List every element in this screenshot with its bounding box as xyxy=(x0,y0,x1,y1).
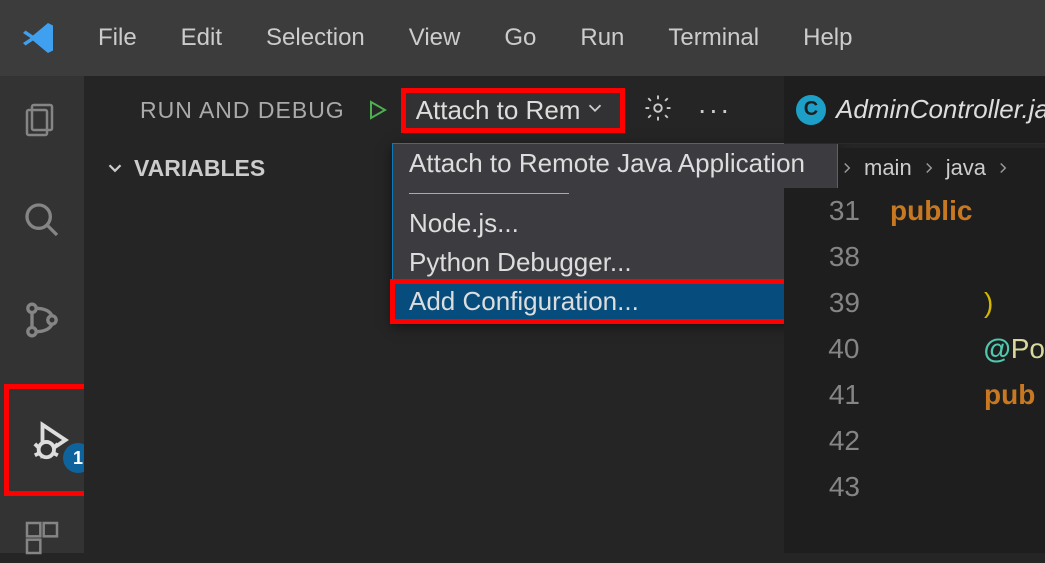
code-line: 43 xyxy=(784,464,1045,510)
line-number: 39 xyxy=(784,287,890,319)
more-actions-icon[interactable]: ··· xyxy=(697,94,731,126)
code-line: 39 ) xyxy=(784,280,1045,326)
editor-tabs: C AdminController.ja xyxy=(784,76,1045,144)
breadcrumb-seg-java: java xyxy=(946,155,986,181)
code-line: 31 public xyxy=(784,188,1045,234)
code-editor[interactable]: 31 public 38 39 ) 40 @Po 41 pub 42 43 xyxy=(784,188,1045,553)
start-debug-button[interactable] xyxy=(359,94,395,126)
menu-view[interactable]: View xyxy=(387,24,483,52)
breadcrumb-seg-main: main xyxy=(864,155,912,181)
variables-label: VARIABLES xyxy=(134,155,265,182)
line-number: 42 xyxy=(784,425,890,457)
menu-items: File Edit Selection View Go Run Terminal… xyxy=(76,24,874,52)
gear-icon[interactable] xyxy=(643,93,673,128)
chevron-down-icon xyxy=(104,157,126,179)
chevron-down-icon xyxy=(584,97,606,124)
code-text: pub xyxy=(890,379,1035,411)
vscode-logo xyxy=(18,18,76,58)
menu-file[interactable]: File xyxy=(76,24,159,52)
menu-go[interactable]: Go xyxy=(482,24,558,52)
menu-terminal[interactable]: Terminal xyxy=(646,24,781,52)
debug-config-selected-label: Attach to Rem xyxy=(416,95,581,126)
explorer-icon[interactable] xyxy=(22,100,62,140)
code-line: 40 @Po xyxy=(784,326,1045,372)
extensions-icon[interactable] xyxy=(22,518,62,563)
line-number: 40 xyxy=(784,333,889,365)
line-number: 38 xyxy=(784,241,890,273)
code-line: 41 pub xyxy=(784,372,1045,418)
debug-config-dropdown[interactable]: Attach to Rem xyxy=(401,88,626,133)
run-debug-header: RUN AND DEBUG Attach to Rem ··· xyxy=(84,76,784,144)
menu-edit[interactable]: Edit xyxy=(159,24,244,52)
dropdown-option-nodejs[interactable]: Node.js... xyxy=(393,204,837,243)
menu-help[interactable]: Help xyxy=(781,24,874,52)
code-text: public xyxy=(890,195,972,227)
dropdown-option-add-configuration[interactable]: Add Configuration... xyxy=(393,282,837,321)
code-text: ) xyxy=(890,287,993,319)
editor-tab-admincontroller[interactable]: C AdminController.ja xyxy=(796,94,1045,125)
config-dropdown-menu: Attach to Remote Java Application Node.j… xyxy=(392,143,838,322)
line-number: 31 xyxy=(784,195,890,227)
dropdown-option-attach-remote-java[interactable]: Attach to Remote Java Application xyxy=(393,144,837,183)
line-number: 43 xyxy=(784,471,890,503)
dropdown-option-python-debugger[interactable]: Python Debugger... xyxy=(393,243,837,282)
menu-bar: File Edit Selection View Go Run Terminal… xyxy=(0,0,1045,76)
run-debug-title: RUN AND DEBUG xyxy=(140,97,345,124)
chevron-right-icon xyxy=(838,159,856,177)
chevron-right-icon xyxy=(994,159,1012,177)
menu-run[interactable]: Run xyxy=(558,24,646,52)
editor-tab-label: AdminController.ja xyxy=(836,94,1045,125)
search-icon[interactable] xyxy=(22,200,62,240)
menu-selection[interactable]: Selection xyxy=(244,24,387,52)
code-text: @Po xyxy=(889,333,1045,365)
java-file-icon: C xyxy=(796,95,826,125)
dropdown-divider xyxy=(409,193,569,194)
source-control-icon[interactable] xyxy=(22,300,62,340)
editor-breadcrumb[interactable]: main java xyxy=(838,148,1045,188)
chevron-right-icon xyxy=(920,159,938,177)
code-line: 38 xyxy=(784,234,1045,280)
code-line: 42 xyxy=(784,418,1045,464)
line-number: 41 xyxy=(784,379,890,411)
